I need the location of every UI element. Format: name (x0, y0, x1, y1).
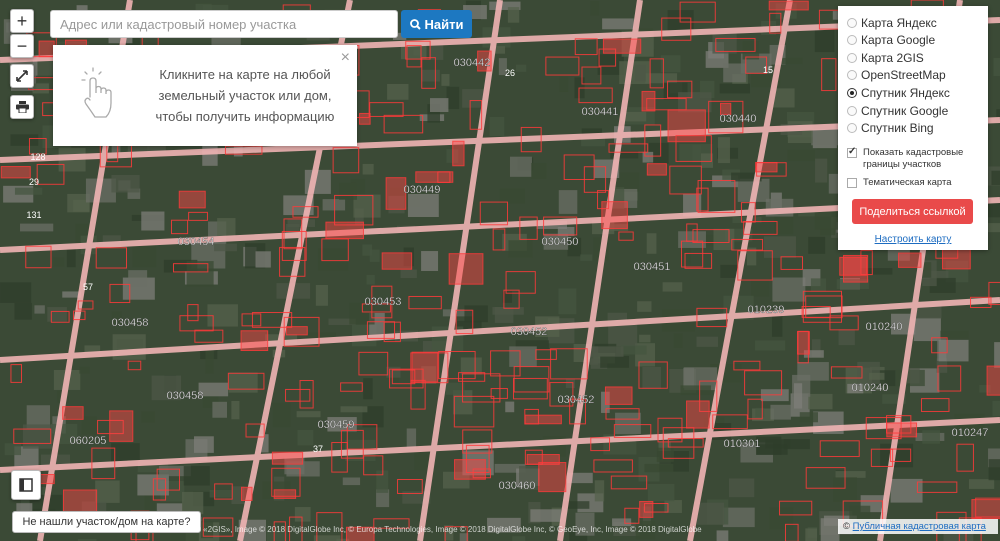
search-icon (409, 18, 421, 30)
quarter-label: 030458 (112, 317, 149, 329)
layer-radio[interactable] (847, 105, 857, 116)
quarter-label: 030450 (542, 236, 579, 248)
print-button[interactable] (10, 95, 34, 119)
share-link-button[interactable]: Поделиться ссылкой (852, 199, 973, 224)
quarter-label: 030452 (511, 326, 548, 338)
zoom-out-button[interactable]: − (10, 34, 34, 58)
layer-option[interactable]: Спутник Bing (847, 120, 934, 137)
quarter-label: 030460 (499, 480, 536, 492)
layer-option[interactable]: Карта Яндекс (847, 14, 937, 31)
layer-option-label: Карта 2GIS (861, 50, 924, 65)
popup-instructions: Кликните на карте на любой земельный уча… (155, 67, 335, 124)
parcel-number: 128 (30, 152, 45, 162)
layer-radio[interactable] (847, 70, 857, 81)
legend-icon (19, 478, 33, 492)
parcel-number: 131 (26, 210, 41, 220)
layer-option[interactable]: Спутник Google (847, 102, 948, 119)
search-button-label: Найти (424, 16, 464, 32)
layer-option[interactable]: OpenStreetMap (847, 67, 946, 84)
quarter-label: 030453 (365, 296, 402, 308)
fullscreen-button[interactable] (10, 64, 34, 88)
layer-option-label: Спутник Яндекс (861, 85, 950, 100)
quarter-label: 030451 (634, 261, 671, 273)
expand-icon (16, 70, 28, 82)
layer-radio[interactable] (847, 123, 857, 134)
quarter-label: 010240 (866, 321, 903, 333)
search-input[interactable] (50, 10, 398, 38)
parcel-number: 26 (505, 68, 515, 78)
quarter-label: 030449 (404, 184, 441, 196)
layer-option[interactable]: Карта Google (847, 32, 935, 49)
search-button[interactable]: Найти (401, 10, 472, 38)
copyright-bar: © Публичная кадастровая карта (838, 519, 998, 534)
quarter-label: 030441 (582, 106, 619, 118)
hand-pointer-icon (81, 67, 112, 118)
layer-radio[interactable] (847, 87, 857, 98)
parcel-number: 57 (83, 282, 93, 292)
quarter-label: 010247 (952, 427, 989, 439)
info-popup: × Кликните на карте на любой земельный у… (53, 45, 357, 146)
parcel-number: 29 (29, 177, 39, 187)
map-attribution: © «2GIS», Image © 2018 DigitalGlobe Inc,… (195, 525, 702, 534)
quarter-label: 030452 (558, 394, 595, 406)
layer-option-label: Карта Google (861, 33, 936, 48)
thematic-map-checkbox[interactable] (847, 178, 857, 188)
cadastral-map-link[interactable]: Публичная кадастровая карта (853, 521, 986, 532)
layer-option[interactable]: Карта 2GIS (847, 49, 924, 66)
layer-radio[interactable] (847, 35, 857, 46)
quarter-label: 030442 (454, 57, 491, 69)
layer-radio[interactable] (847, 52, 857, 63)
zoom-in-button[interactable]: + (10, 9, 34, 33)
quarter-label: 060205 (70, 435, 107, 447)
parcel-number: 15 (763, 65, 773, 75)
copyright-symbol: © (843, 521, 850, 532)
legend-button[interactable] (11, 470, 41, 500)
layer-option[interactable]: Спутник Яндекс (847, 84, 950, 101)
layer-panel: Карта Яндекс Карта Google Карта 2GIS OpenSt… (838, 6, 988, 250)
quarter-label: 010239 (748, 304, 785, 316)
show-borders-label: Показать кадастровые границы участков (863, 147, 964, 170)
quarter-label: 030459 (318, 419, 355, 431)
layer-option-label: Карта Яндекс (861, 15, 937, 30)
quarter-label: 010240 (852, 382, 889, 394)
parcel-number: 37 (313, 444, 323, 454)
show-borders-checkbox[interactable] (847, 146, 857, 158)
quarter-label: 030458 (167, 390, 204, 402)
quarter-label: 030440 (720, 113, 757, 125)
layer-option-label: OpenStreetMap (861, 68, 946, 83)
layer-option-label: Спутник Bing (861, 121, 934, 136)
quarter-label: 010301 (724, 438, 761, 450)
not-found-button[interactable]: Не нашли участок/дом на карте? (12, 511, 201, 533)
printer-icon (15, 101, 29, 113)
layer-radio[interactable] (847, 17, 857, 28)
thematic-map-toggle[interactable]: Тематическая карта (847, 177, 951, 189)
configure-map-link[interactable]: Настроить карту (838, 234, 988, 245)
thematic-map-label: Тематическая карта (863, 177, 952, 188)
quarter-label: 030454 (178, 236, 215, 248)
layer-option-label: Спутник Google (861, 103, 949, 118)
show-borders-toggle[interactable]: Показать кадастровые границы участков (847, 146, 977, 171)
